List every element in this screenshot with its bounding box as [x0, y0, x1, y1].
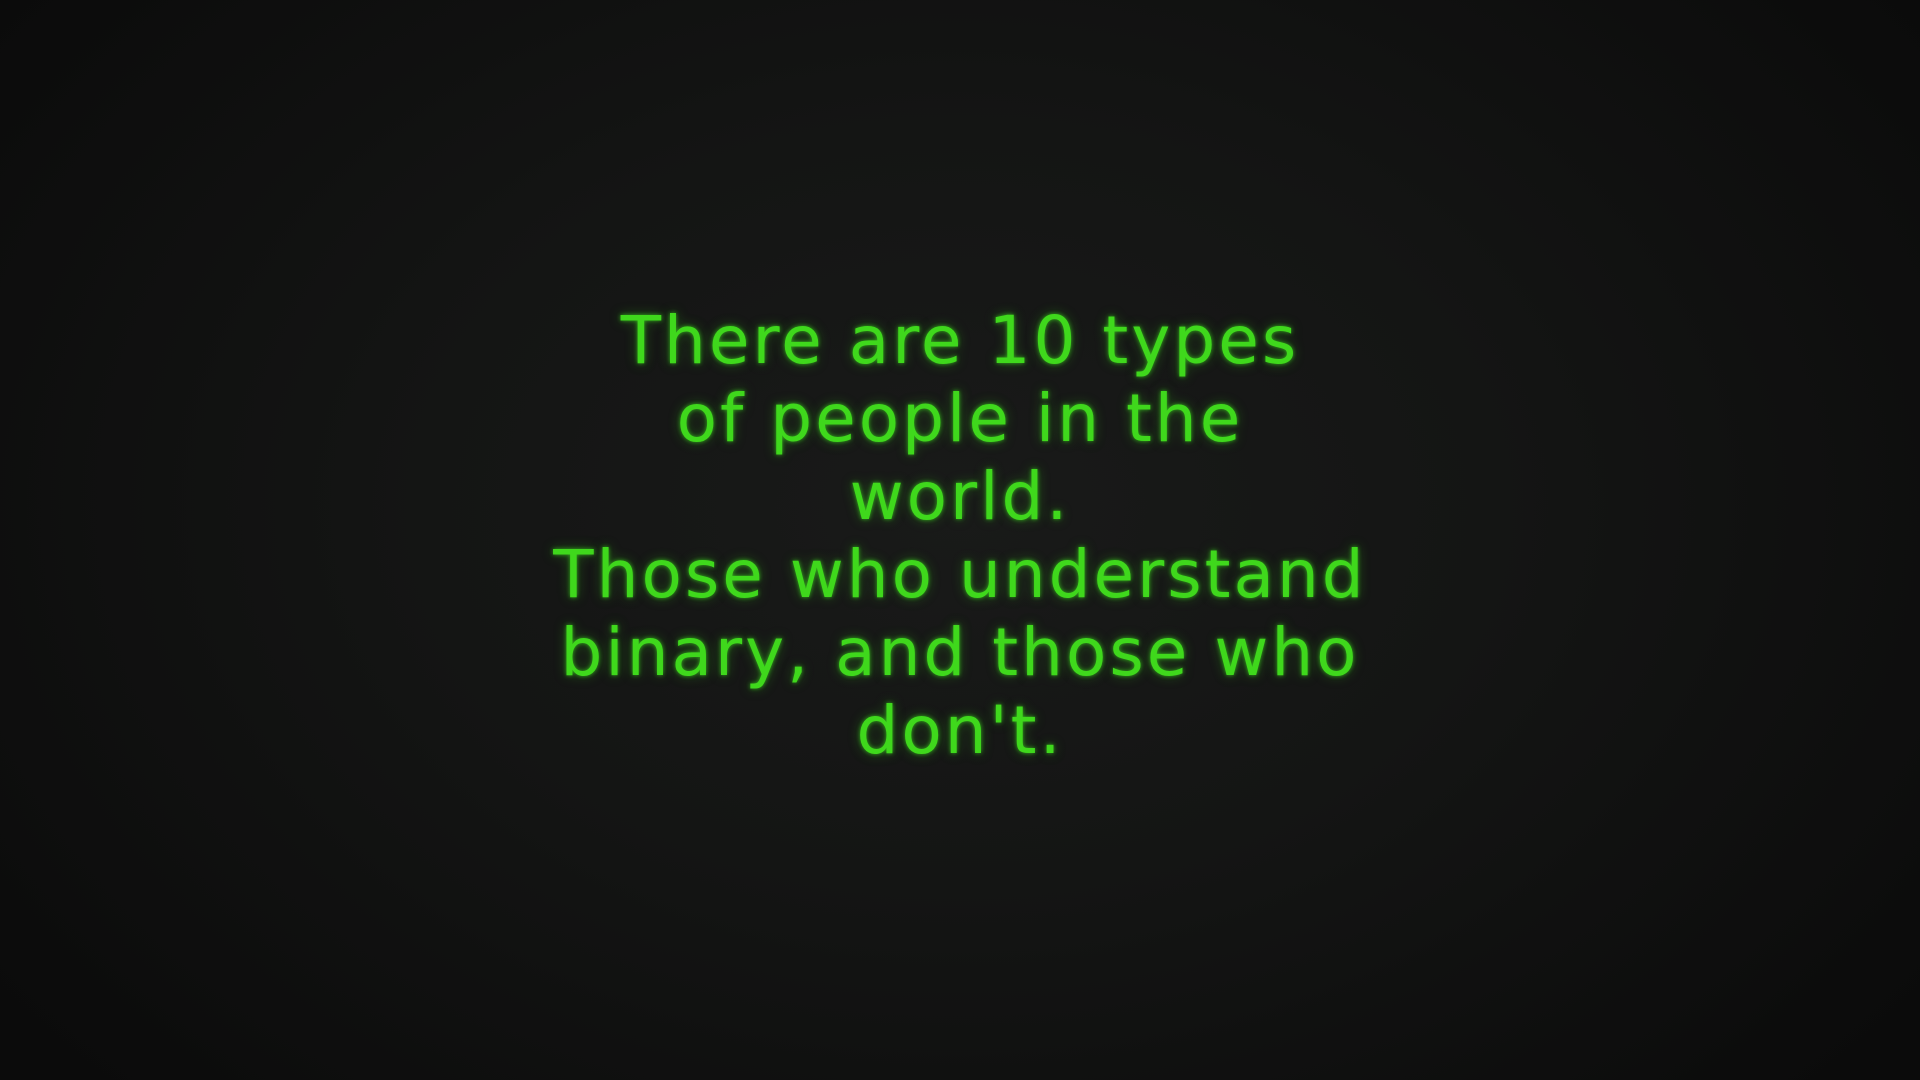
- quote-line: Those who understand: [553, 536, 1367, 613]
- binary-joke-text: There are 10 types of people in the worl…: [0, 302, 1920, 770]
- quote-line: don't.: [856, 692, 1064, 769]
- quote-line: world.: [849, 458, 1071, 535]
- quote-line: There are 10 types: [620, 302, 1300, 379]
- quote-line: binary, and those who: [560, 614, 1360, 691]
- wallpaper-background: There are 10 types of people in the worl…: [0, 0, 1920, 1080]
- quote-line: of people in the: [676, 380, 1244, 457]
